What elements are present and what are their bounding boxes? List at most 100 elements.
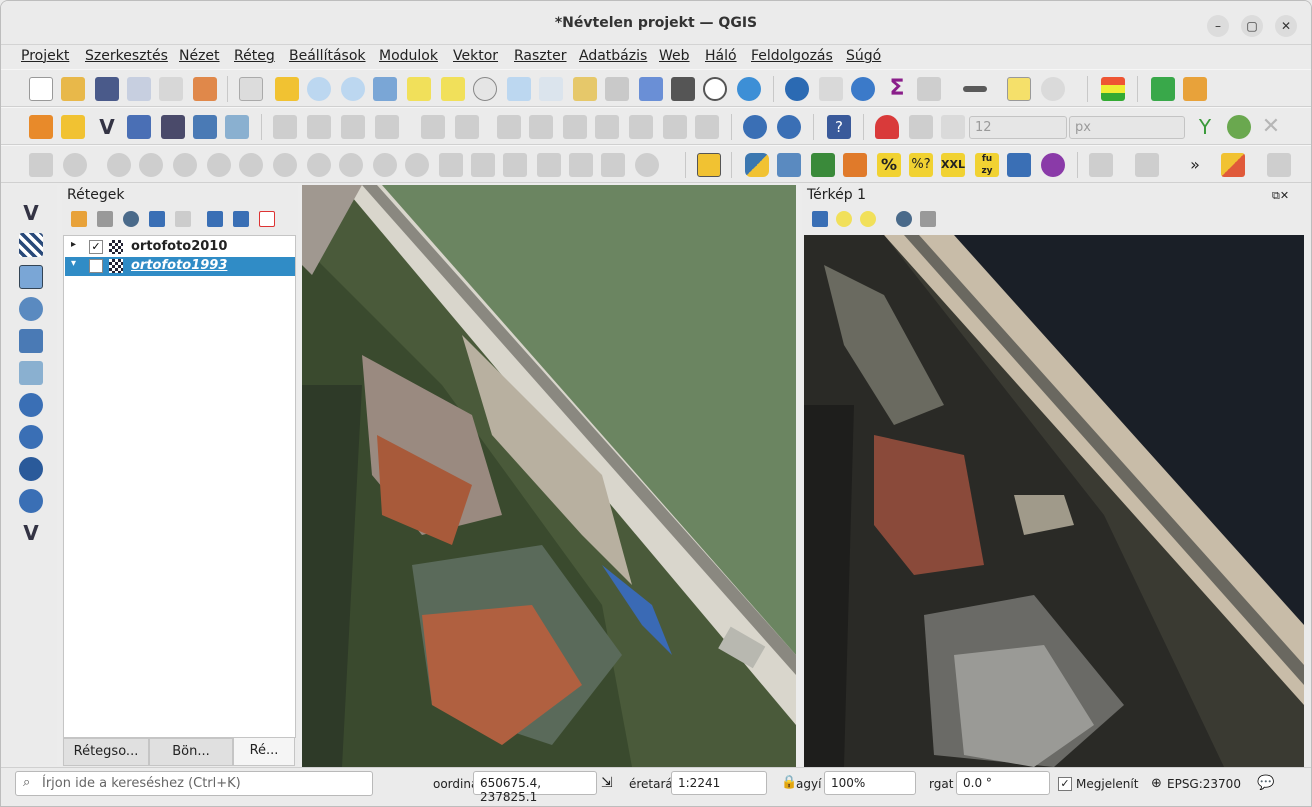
- menu-modulok[interactable]: Modulok: [379, 48, 438, 64]
- zoom-native-icon[interactable]: [473, 77, 497, 101]
- zoom-to-selection-icon[interactable]: [407, 77, 431, 101]
- expand-all-icon[interactable]: [207, 211, 223, 227]
- view-settings-icon[interactable]: [920, 211, 936, 227]
- snapping-type-icon[interactable]: [909, 115, 933, 139]
- layer-styling-icon[interactable]: [1101, 77, 1125, 101]
- menu-szerkesztes[interactable]: Szerkesztés: [85, 48, 168, 64]
- extents-toggle-icon[interactable]: ⇲: [601, 775, 613, 791]
- percent-query-icon[interactable]: %?: [909, 153, 933, 177]
- collapse-all-icon[interactable]: [233, 211, 249, 227]
- add-feather-icon[interactable]: [19, 329, 43, 353]
- layer-visibility-checkbox[interactable]: [89, 259, 103, 273]
- offset-curve-icon[interactable]: [373, 153, 397, 177]
- close-button[interactable]: ✕: [1275, 15, 1297, 37]
- add-mesh-layer-icon[interactable]: [19, 265, 43, 289]
- percent-icon[interactable]: %: [877, 153, 901, 177]
- open-project-icon[interactable]: [61, 77, 85, 101]
- zoom-to-layer-icon[interactable]: [860, 211, 876, 227]
- zoom-in-icon[interactable]: [307, 77, 331, 101]
- measure-icon[interactable]: [963, 86, 987, 92]
- add-group-icon[interactable]: [97, 211, 113, 227]
- save-edits-icon[interactable]: [341, 115, 365, 139]
- redo-icon[interactable]: [695, 115, 719, 139]
- snapping-unit-select[interactable]: px: [1069, 116, 1185, 139]
- trim-extend-icon[interactable]: [601, 153, 625, 177]
- digitizing-panel-icon[interactable]: [29, 153, 53, 177]
- dock-float-icon[interactable]: ⧉✕: [1272, 189, 1289, 203]
- zoom-full-icon[interactable]: [373, 77, 397, 101]
- messages-icon[interactable]: 💬: [1257, 775, 1274, 791]
- remove-layer-icon[interactable]: [259, 211, 275, 227]
- magnifier-spinbox[interactable]: 100%: [824, 771, 916, 795]
- split-features-icon[interactable]: [405, 153, 429, 177]
- temporal-controller-icon[interactable]: [703, 77, 727, 101]
- delete-part-icon[interactable]: [307, 153, 331, 177]
- simplify-feature-icon[interactable]: [139, 153, 163, 177]
- zoom-full-icon[interactable]: [812, 211, 828, 227]
- collapse-arrow-icon[interactable]: ▾: [71, 258, 76, 269]
- menu-projekt[interactable]: Projekt: [21, 48, 69, 64]
- menu-sugo[interactable]: Súgó: [846, 48, 881, 64]
- self-snapping-icon[interactable]: [1227, 115, 1251, 139]
- expand-arrow-icon[interactable]: ▸: [71, 239, 76, 250]
- zoom-next-icon[interactable]: [539, 77, 563, 101]
- fill-ring-icon[interactable]: [239, 153, 263, 177]
- add-vector-layer-icon[interactable]: V: [19, 201, 43, 225]
- add-point-icon[interactable]: [421, 115, 445, 139]
- snapping-tolerance-icon[interactable]: [941, 115, 965, 139]
- filter-icon[interactable]: [149, 211, 165, 227]
- new-map-view-icon[interactable]: [573, 77, 597, 101]
- add-wms-layer-icon[interactable]: [743, 115, 767, 139]
- snapping-magnet-icon[interactable]: [875, 115, 899, 139]
- locator-search-input[interactable]: Írjon ide a kereséshez (Ctrl+K): [15, 771, 373, 796]
- maximize-button[interactable]: ▢: [1241, 15, 1263, 37]
- add-delimited-text-icon[interactable]: [19, 297, 43, 321]
- new-project-icon[interactable]: [29, 77, 53, 101]
- copy-features-icon[interactable]: [595, 115, 619, 139]
- style-brush-icon[interactable]: [71, 211, 87, 227]
- help-icon[interactable]: ?: [827, 115, 851, 139]
- style-manager-icon[interactable]: [193, 77, 217, 101]
- delete-selected-icon[interactable]: [529, 115, 553, 139]
- zoom-to-layer-icon[interactable]: [441, 77, 465, 101]
- menu-feldolgozas[interactable]: Feldolgozás: [751, 48, 833, 64]
- merge-attributes-icon[interactable]: [503, 153, 527, 177]
- pan-map-icon[interactable]: [239, 77, 263, 101]
- menu-halo[interactable]: Háló: [705, 48, 737, 64]
- new-shapefile-icon[interactable]: V: [95, 115, 119, 139]
- menu-adatbazis[interactable]: Adatbázis: [579, 48, 647, 64]
- digitize-line-icon[interactable]: [375, 115, 399, 139]
- render-checkbox[interactable]: ✓: [1058, 777, 1072, 791]
- menu-nezet[interactable]: Nézet: [179, 48, 220, 64]
- zoom-out-icon[interactable]: [341, 77, 365, 101]
- map-tips-icon[interactable]: [1007, 77, 1031, 101]
- toggle-editing-icon[interactable]: [307, 115, 331, 139]
- add-wfs-layer-icon[interactable]: [777, 115, 801, 139]
- layer-row-ortofoto2010[interactable]: ▸ ✓ ortofoto2010: [65, 238, 295, 257]
- reshape-icon[interactable]: [339, 153, 363, 177]
- offset-point-symbols-icon[interactable]: [569, 153, 593, 177]
- menu-vektor[interactable]: Vektor: [453, 48, 498, 64]
- crs-globe-icon[interactable]: ⊕: [1151, 776, 1162, 791]
- add-wcs-icon[interactable]: [19, 489, 43, 513]
- current-edits-icon[interactable]: [273, 115, 297, 139]
- identify-cursor-icon[interactable]: [1267, 153, 1291, 177]
- plugin-gear-icon[interactable]: [1041, 153, 1065, 177]
- layer-visibility-checkbox[interactable]: ✓: [89, 240, 103, 254]
- new-3d-view-icon[interactable]: [605, 77, 629, 101]
- xxl-icon[interactable]: XXL: [941, 153, 965, 177]
- add-ring-icon[interactable]: [173, 153, 197, 177]
- add-part-icon[interactable]: [207, 153, 231, 177]
- refresh-icon[interactable]: [737, 77, 761, 101]
- zoom-last-icon[interactable]: [507, 77, 531, 101]
- hammer-tool-icon[interactable]: [843, 153, 867, 177]
- zoom-to-selection-icon[interactable]: [836, 211, 852, 227]
- statistics-sigma-icon[interactable]: Σ: [885, 77, 909, 101]
- deselect-icon[interactable]: [1135, 153, 1159, 177]
- crs-button[interactable]: EPSG:23700: [1167, 777, 1241, 791]
- rotate-feature-icon[interactable]: [107, 153, 131, 177]
- tab-layer-order[interactable]: Rétegso...: [63, 738, 149, 766]
- move-feature-icon[interactable]: [63, 153, 87, 177]
- new-spatialite-icon[interactable]: [127, 115, 151, 139]
- layout-manager-icon[interactable]: [159, 77, 183, 101]
